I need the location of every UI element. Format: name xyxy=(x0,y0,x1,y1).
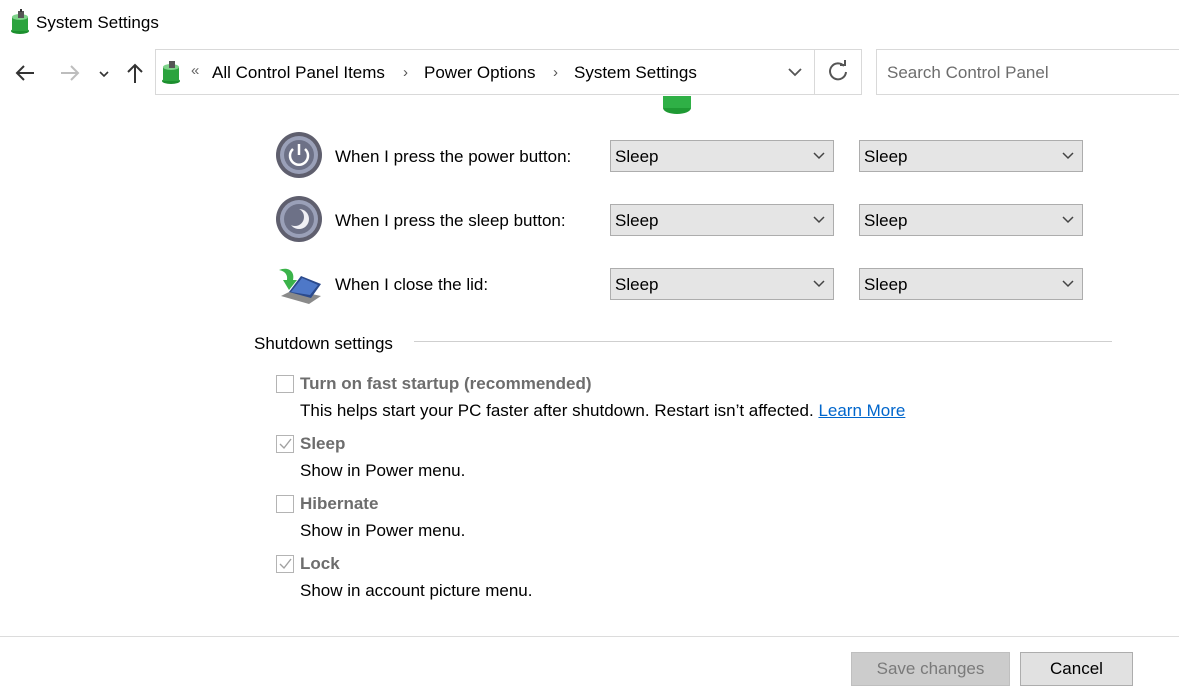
recent-locations-button[interactable] xyxy=(94,58,114,88)
sleep-option-title: Sleep xyxy=(300,434,346,453)
sleep-button-label: When I press the sleep button: xyxy=(335,211,566,230)
arrow-right-icon xyxy=(61,65,80,81)
arrow-up-icon xyxy=(127,63,143,83)
chevron-down-icon xyxy=(788,68,802,77)
search-placeholder: Search Control Panel xyxy=(887,63,1049,82)
power-button-icon xyxy=(276,132,322,178)
chevron-down-icon xyxy=(1062,280,1074,288)
chevron-down-icon xyxy=(813,152,825,160)
learn-more-link[interactable]: Learn More xyxy=(818,401,905,420)
fast-startup-description: This helps start your PC faster after sh… xyxy=(300,400,905,422)
breadcrumb-power-options[interactable]: Power Options xyxy=(424,62,536,84)
back-button[interactable] xyxy=(10,58,40,88)
breadcrumb-all-control-panel-items[interactable]: All Control Panel Items xyxy=(212,62,385,84)
chevron-down-icon xyxy=(813,216,825,224)
fast-startup-checkbox[interactable] xyxy=(276,375,294,393)
lock-checkbox[interactable] xyxy=(276,555,294,573)
power-options-icon xyxy=(162,61,180,84)
sleep-button-icon xyxy=(276,196,322,242)
power-options-icon xyxy=(11,9,29,34)
close-lid-label: When I close the lid: xyxy=(335,275,489,294)
battery-icon xyxy=(663,96,691,114)
sleep-checkbox[interactable] xyxy=(276,435,294,453)
select-value: Sleep xyxy=(615,211,659,230)
title-bar: System Settings xyxy=(0,0,1179,46)
sleep-option-description: Show in Power menu. xyxy=(300,461,466,480)
search-input[interactable]: Search Control Panel xyxy=(876,49,1179,95)
select-value: Sleep xyxy=(615,147,659,166)
cancel-button[interactable]: Cancel xyxy=(1020,652,1133,686)
refresh-icon xyxy=(829,60,847,81)
arrow-left-icon xyxy=(15,65,34,81)
fast-startup-desc-text: This helps start your PC faster after sh… xyxy=(300,401,814,420)
close-lid-plugged-select[interactable]: Sleep xyxy=(859,268,1083,300)
chevron-down-icon xyxy=(813,280,825,288)
chevron-down-icon xyxy=(1062,216,1074,224)
address-dropdown-button[interactable] xyxy=(781,58,809,86)
laptop-lid-icon xyxy=(279,268,321,304)
select-value: Sleep xyxy=(864,275,908,294)
sleep-button-plugged-select[interactable]: Sleep xyxy=(859,204,1083,236)
power-button-battery-select[interactable]: Sleep xyxy=(610,140,834,172)
fast-startup-title: Turn on fast startup (recommended) xyxy=(300,374,592,393)
breadcrumb-separator[interactable]: › xyxy=(553,62,558,84)
select-value: Sleep xyxy=(615,275,659,294)
select-value: Sleep xyxy=(864,211,908,230)
forward-button[interactable] xyxy=(55,58,85,88)
power-button-plugged-select[interactable]: Sleep xyxy=(859,140,1083,172)
up-button[interactable] xyxy=(121,58,149,88)
chevron-down-icon xyxy=(99,71,109,78)
sleep-button-battery-select[interactable]: Sleep xyxy=(610,204,834,236)
overflow-chevron[interactable]: « xyxy=(191,62,199,79)
hibernate-option-title: Hibernate xyxy=(300,494,379,513)
lock-option-description: Show in account picture menu. xyxy=(300,581,533,600)
refresh-button[interactable] xyxy=(814,49,863,95)
select-value: Sleep xyxy=(864,147,908,166)
breadcrumb-separator[interactable]: › xyxy=(403,62,408,84)
power-button-label: When I press the power button: xyxy=(335,147,572,166)
hibernate-option-description: Show in Power menu. xyxy=(300,521,466,540)
footer-divider xyxy=(0,636,1179,637)
shutdown-settings-title: Shutdown settings xyxy=(254,334,393,353)
checkmark-icon xyxy=(279,438,292,450)
address-bar[interactable]: « All Control Panel Items › Power Option… xyxy=(155,49,862,95)
checkmark-icon xyxy=(279,558,292,570)
chevron-down-icon xyxy=(1062,152,1074,160)
hibernate-checkbox[interactable] xyxy=(276,495,294,513)
save-changes-button[interactable]: Save changes xyxy=(851,652,1010,686)
breadcrumb-system-settings[interactable]: System Settings xyxy=(574,62,697,84)
window-title: System Settings xyxy=(36,13,159,32)
close-lid-battery-select[interactable]: Sleep xyxy=(610,268,834,300)
lock-option-title: Lock xyxy=(300,554,340,573)
group-divider xyxy=(414,341,1112,342)
